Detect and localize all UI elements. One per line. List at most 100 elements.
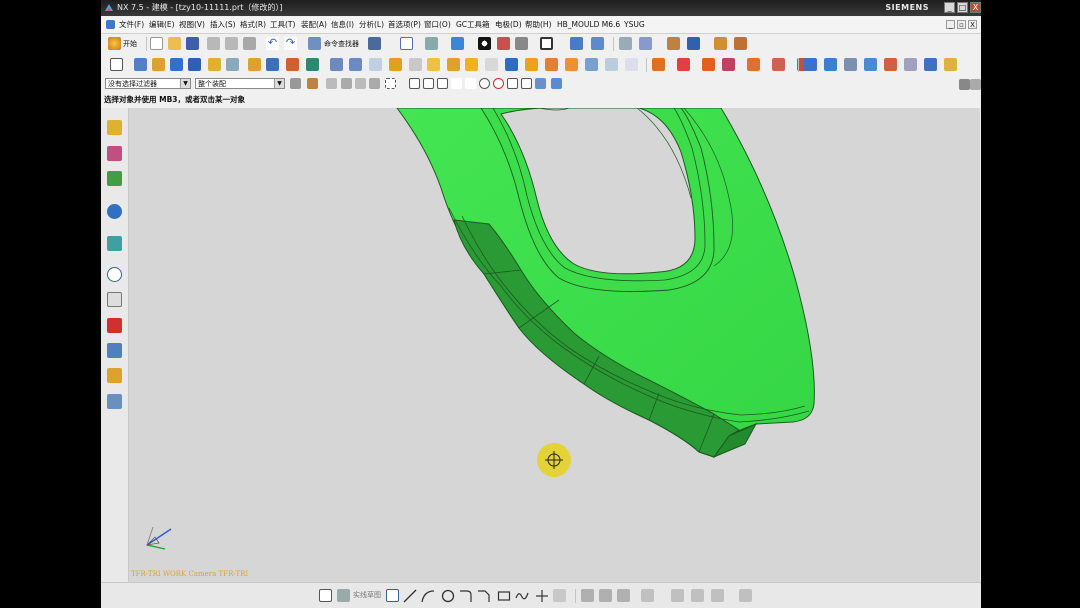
menu-gc-toolbox[interactable]: GC工具箱: [456, 17, 490, 33]
chevron-down-icon[interactable]: ▼: [180, 79, 190, 88]
scale-body-icon[interactable]: [565, 58, 578, 71]
subtract-icon[interactable]: [349, 58, 362, 71]
dimension-icon[interactable]: [691, 589, 704, 602]
start-button-label[interactable]: 开始: [123, 34, 137, 54]
wireframe-icon[interactable]: [515, 37, 528, 50]
snap-midpoint-icon[interactable]: [423, 78, 434, 89]
view-orientation-icon[interactable]: [451, 37, 464, 50]
menu-assembly[interactable]: 装配(A): [301, 17, 327, 33]
menu-electrode[interactable]: 电极(D): [495, 17, 522, 33]
mould-tool-3-icon[interactable]: [702, 58, 715, 71]
surface-tool-2-icon[interactable]: [824, 58, 837, 71]
mould-tool-4-icon[interactable]: [722, 58, 735, 71]
doc-restore-button[interactable]: ▫: [957, 20, 966, 29]
selection-scope-dropdown[interactable]: 整个装配 ▼: [195, 78, 285, 89]
part-model[interactable]: [129, 108, 980, 582]
intersect-icon[interactable]: [369, 58, 382, 71]
surface-tool-4-icon[interactable]: [864, 58, 877, 71]
graphics-window[interactable]: TFR-TRI WORK Camera TFR-TRI: [129, 108, 980, 582]
manufacturing-wizard-icon[interactable]: [107, 343, 122, 358]
spline-icon[interactable]: [515, 589, 529, 603]
save-icon[interactable]: [186, 37, 199, 50]
sketch-icon[interactable]: [110, 58, 123, 71]
unite-icon[interactable]: [330, 58, 343, 71]
doc-minimize-button[interactable]: _: [946, 20, 955, 29]
cylinder-icon[interactable]: [188, 58, 201, 71]
arc-icon[interactable]: [421, 589, 435, 603]
edge-blend-icon[interactable]: [389, 58, 402, 71]
sew-icon[interactable]: [605, 58, 618, 71]
curve-rule-icon[interactable]: [341, 78, 352, 89]
work-layer-icon[interactable]: [570, 37, 583, 50]
mirror-icon[interactable]: [505, 58, 518, 71]
chamfer-icon[interactable]: [477, 589, 491, 603]
snap-center-icon[interactable]: [479, 78, 490, 89]
mould-tool-2-icon[interactable]: [677, 58, 690, 71]
move-icon[interactable]: [591, 37, 604, 50]
roles-icon[interactable]: [107, 368, 122, 383]
chevron-down-icon[interactable]: ▼: [274, 79, 284, 88]
feature-selection-icon[interactable]: [307, 78, 318, 89]
show-constraints-icon[interactable]: [711, 589, 724, 602]
make-corner-icon[interactable]: [617, 589, 630, 602]
selection-tool-icon[interactable]: [368, 37, 381, 50]
auto-constrain-icon[interactable]: [671, 589, 684, 602]
pattern-icon[interactable]: [525, 58, 538, 71]
menu-view[interactable]: 视图(V): [179, 17, 205, 33]
mould-tool-1-icon[interactable]: [652, 58, 665, 71]
process-studio-icon[interactable]: [107, 318, 122, 333]
fillet-icon[interactable]: [459, 589, 473, 603]
shaded-icon[interactable]: [497, 37, 510, 50]
shell-icon[interactable]: [427, 58, 440, 71]
menu-edit[interactable]: 编辑(E): [149, 17, 175, 33]
panel-toggle-icon[interactable]: [959, 79, 970, 90]
measure-distance-icon[interactable]: [714, 37, 727, 50]
rotate-view-icon[interactable]: [425, 37, 438, 50]
redo-icon[interactable]: ↷: [284, 37, 297, 50]
replace-face-icon[interactable]: [585, 58, 598, 71]
background-icon[interactable]: [540, 37, 553, 50]
profile-icon[interactable]: [386, 589, 399, 602]
cut-icon[interactable]: [207, 37, 220, 50]
open-folder-icon[interactable]: [168, 37, 181, 50]
start-icon[interactable]: [108, 37, 121, 50]
pocket-icon[interactable]: [286, 58, 299, 71]
measure-angle-icon[interactable]: [734, 37, 747, 50]
trim-body-icon[interactable]: [485, 58, 498, 71]
constraints-icon[interactable]: [641, 589, 654, 602]
surface-tool-5-icon[interactable]: [884, 58, 897, 71]
system-materials-icon[interactable]: [107, 292, 122, 307]
mould-tool-5-icon[interactable]: [747, 58, 760, 71]
sketch-style-icon[interactable]: [337, 589, 350, 602]
quick-extend-icon[interactable]: [599, 589, 612, 602]
surface-tool-7-icon[interactable]: [924, 58, 937, 71]
revolve-icon[interactable]: [152, 58, 165, 71]
menu-analysis[interactable]: 分析(L): [359, 17, 384, 33]
paste-icon[interactable]: [243, 37, 256, 50]
new-file-icon[interactable]: [150, 37, 163, 50]
sphere-icon[interactable]: [226, 58, 239, 71]
wcs-icon[interactable]: [639, 37, 652, 50]
menu-insert[interactable]: 插入(S): [210, 17, 236, 33]
menu-window[interactable]: 窗口(O): [424, 17, 451, 33]
system-scene-icon[interactable]: [107, 394, 122, 409]
quick-trim-icon[interactable]: [581, 589, 594, 602]
menu-tools[interactable]: 工具(T): [270, 17, 295, 33]
app-menu-icon[interactable]: [106, 20, 115, 29]
pad-icon[interactable]: [306, 58, 319, 71]
snap-control-icon[interactable]: [437, 78, 448, 89]
patch-icon[interactable]: [625, 58, 638, 71]
extrude-icon[interactable]: [134, 58, 147, 71]
boss-icon[interactable]: [266, 58, 279, 71]
draft-icon[interactable]: [447, 58, 460, 71]
rectangle-icon[interactable]: [497, 589, 511, 603]
rectangle-select-icon[interactable]: [385, 78, 396, 89]
part-navigator-icon[interactable]: [107, 171, 122, 186]
command-finder-icon[interactable]: [308, 37, 321, 50]
menu-ysug[interactable]: YSUG: [624, 17, 645, 33]
line-icon[interactable]: [403, 589, 417, 603]
menu-preferences[interactable]: 首选项(P): [388, 17, 421, 33]
maximize-button[interactable]: □: [957, 2, 968, 13]
assembly-navigator-icon[interactable]: [107, 120, 122, 135]
render-style-icon[interactable]: [478, 37, 491, 50]
